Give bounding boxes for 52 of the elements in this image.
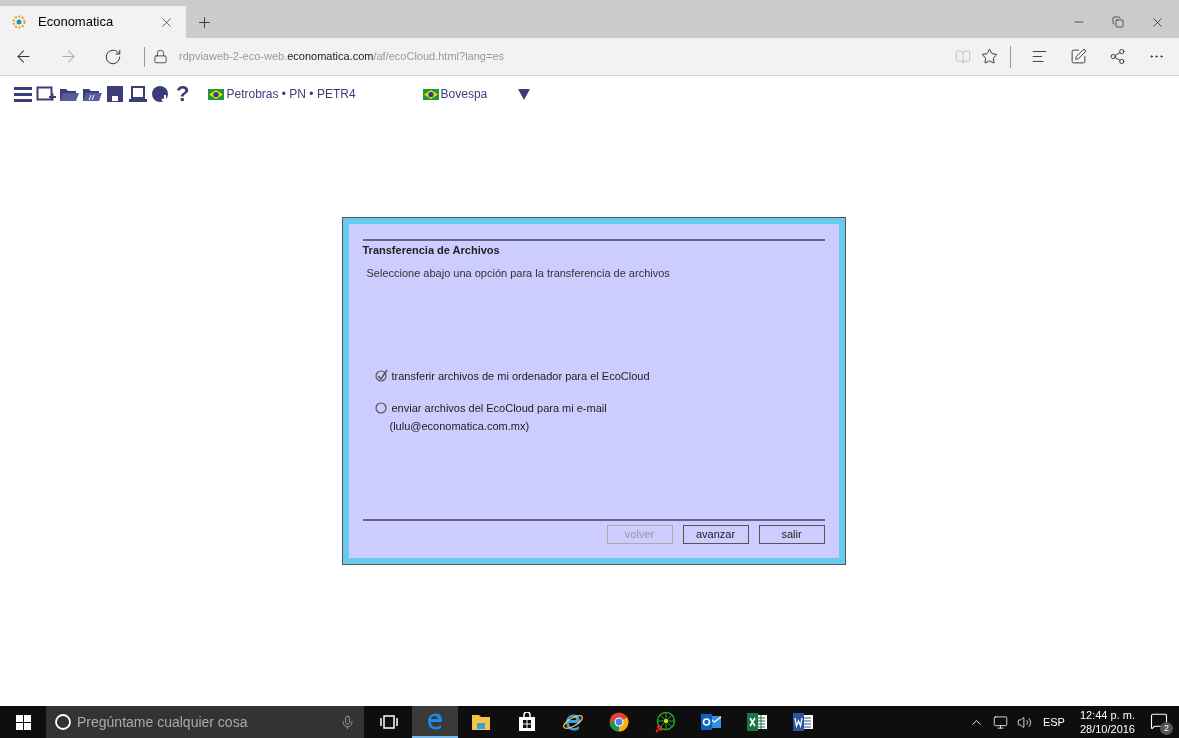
help-icon[interactable]: ? — [176, 83, 190, 105]
language-indicator[interactable]: ESP — [1042, 713, 1065, 731]
dialog-button[interactable]: avanzar — [682, 525, 749, 544]
dialog-title: Transferencia de Archivos — [362, 243, 501, 258]
search-field[interactable]: Pregúntame cualquier cosa — [46, 706, 364, 738]
network-icon[interactable] — [992, 714, 1008, 730]
tab-title: Economatica — [38, 13, 115, 32]
folder-icon — [471, 713, 491, 731]
monitor-icon[interactable] — [128, 84, 148, 104]
back-icon[interactable] — [14, 47, 33, 66]
restore-icon[interactable] — [1112, 16, 1124, 28]
lines-icon[interactable] — [1031, 48, 1048, 65]
circle-icon — [55, 714, 71, 730]
document-app-icon — [792, 712, 814, 732]
speaker-icon[interactable] — [1016, 714, 1032, 730]
mail-app-icon — [700, 712, 722, 732]
download-icon[interactable] — [151, 84, 171, 104]
browser-e-icon — [425, 711, 445, 731]
dialog-instruction: Seleccione abajo una opción para la transferencia de archivos — [366, 265, 671, 281]
share-icon[interactable] — [1109, 48, 1126, 65]
url-field[interactable]: rdpviaweb-2-eco-web.economatica.com/af/ecoCloud.html?lang=es — [179, 48, 504, 65]
browser-tab[interactable]: Economatica — [0, 6, 186, 38]
spreadsheet-app-icon — [746, 712, 768, 732]
task-view-icon — [380, 715, 398, 729]
security-selector[interactable]: Petrobras • PN • PETR4 — [226, 85, 356, 103]
exchange-selector[interactable]: Bovespa — [440, 85, 488, 103]
microphone-icon[interactable] — [340, 714, 355, 730]
windows-start-icon[interactable] — [15, 714, 31, 730]
new-window-icon[interactable] — [36, 84, 56, 104]
dialog-button[interactable]: salir — [758, 525, 825, 544]
radio-button[interactable] — [374, 369, 388, 382]
browser-e-icon — [562, 712, 584, 732]
notification-icon[interactable] — [1150, 712, 1168, 730]
dropdown-triangle-icon[interactable] — [518, 88, 531, 100]
refresh-icon[interactable] — [104, 47, 122, 66]
chrome-icon — [609, 712, 629, 732]
flag-icon — [422, 88, 439, 100]
option-label: enviar archivos del EcoCloud para mi e-mail — [391, 400, 607, 416]
flag-icon — [208, 88, 225, 100]
save-icon[interactable] — [105, 84, 125, 104]
pen-icon[interactable] — [1070, 48, 1087, 65]
radar-icon — [654, 711, 676, 733]
shopping-bag-icon — [518, 712, 536, 732]
option-label: transferir archivos de mi ordenador para el EcoCloud — [391, 369, 650, 384]
lock-icon — [153, 49, 168, 64]
notification-count: 2 — [1160, 722, 1173, 735]
menu-icon[interactable] — [13, 84, 33, 104]
star-icon[interactable] — [981, 48, 998, 65]
clock[interactable]: 12:44 p. m. 28/10/2016 — [1073, 708, 1141, 736]
gear-logo-icon — [12, 15, 26, 29]
radio-button[interactable] — [374, 400, 388, 414]
option-detail: (lulu@economatica.com.mx) — [389, 419, 531, 434]
